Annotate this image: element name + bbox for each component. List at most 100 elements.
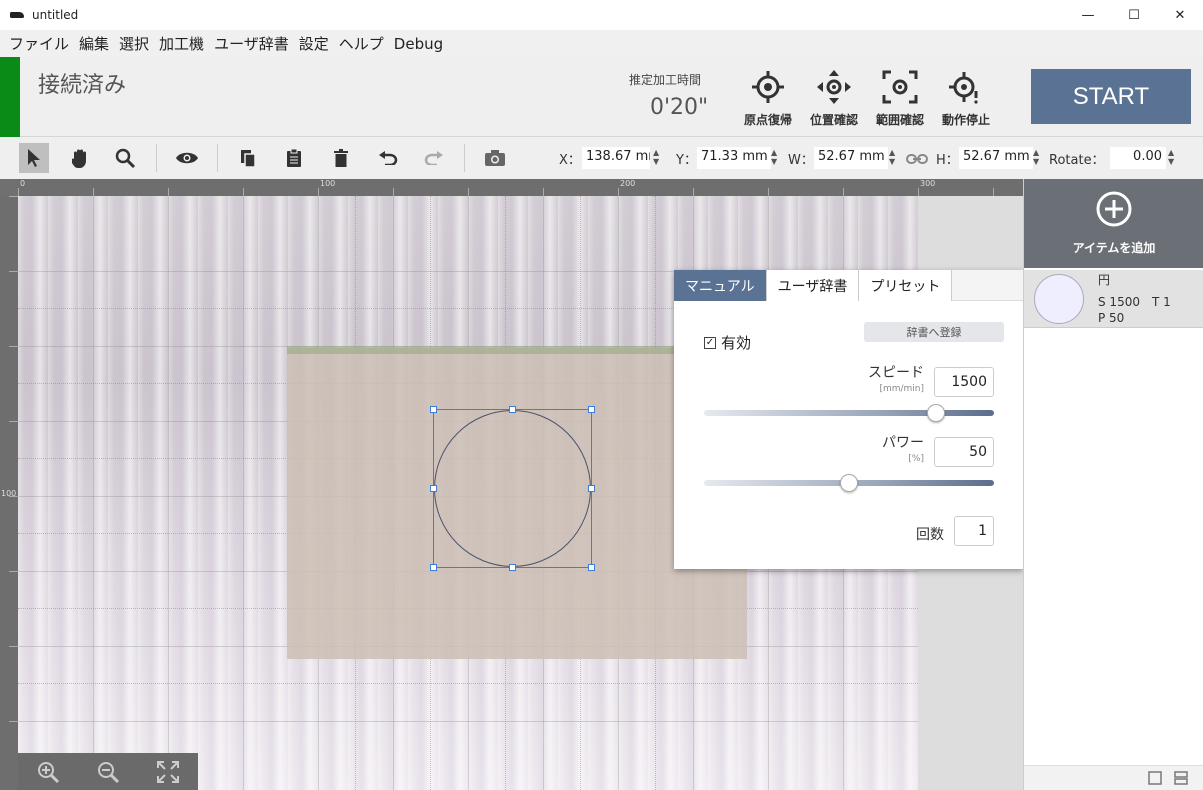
- preview-toggle-button[interactable]: [172, 143, 202, 173]
- trash-icon: [334, 149, 348, 167]
- eye-icon: [176, 152, 198, 164]
- panel-tabs: マニュアル ユーザ辞書 プリセット: [674, 270, 1023, 301]
- toolbar-divider: [156, 144, 157, 172]
- speed-input[interactable]: 1500: [934, 367, 994, 397]
- zoom-in-icon: [38, 761, 60, 783]
- ruler-label: 300: [920, 179, 936, 188]
- x-stepper[interactable]: ▲ ▼: [653, 148, 659, 166]
- select-tool-button[interactable]: [19, 143, 49, 173]
- menu-settings[interactable]: 設定: [294, 33, 334, 54]
- list-item[interactable]: 円 S 1500 T 1 P 50: [1024, 270, 1203, 328]
- selection-box[interactable]: [430, 406, 595, 571]
- menu-select[interactable]: 選択: [114, 33, 154, 54]
- power-input[interactable]: 50: [934, 437, 994, 467]
- menu-edit[interactable]: 編集: [74, 33, 114, 54]
- power-slider[interactable]: [704, 474, 994, 492]
- add-item-button[interactable]: アイテムを追加: [1024, 179, 1203, 268]
- resize-handle[interactable]: [430, 406, 437, 413]
- grid-line: [168, 196, 169, 790]
- crosshair-icon: [752, 71, 784, 103]
- menu-user-dictionary[interactable]: ユーザ辞書: [209, 33, 294, 54]
- single-view-icon[interactable]: [1148, 771, 1162, 785]
- w-label: W：: [788, 153, 814, 168]
- h-stepper[interactable]: ▲ ▼: [1033, 148, 1039, 166]
- menu-debug[interactable]: Debug: [389, 35, 448, 53]
- w-input[interactable]: 52.67 mm: [814, 147, 888, 169]
- ruler-label: 200: [620, 179, 636, 188]
- link-icon[interactable]: [906, 153, 928, 165]
- grid-line: [18, 721, 918, 722]
- resize-handle[interactable]: [509, 406, 516, 413]
- ruler-tick: [693, 188, 694, 196]
- y-stepper[interactable]: ▲ ▼: [771, 148, 777, 166]
- delete-button[interactable]: [326, 143, 356, 173]
- count-label: 回数: [916, 527, 944, 543]
- y-input[interactable]: 71.33 mm: [697, 147, 771, 169]
- ruler-tick: [93, 188, 94, 196]
- resize-handle[interactable]: [509, 564, 516, 571]
- resize-handle[interactable]: [430, 485, 437, 492]
- h-input[interactable]: 52.67 mm: [959, 147, 1033, 169]
- register-dictionary-button[interactable]: 辞書へ登録: [864, 322, 1004, 342]
- resize-handle[interactable]: [588, 406, 595, 413]
- split-view-icon[interactable]: [1174, 771, 1188, 785]
- ruler-tick: [9, 646, 18, 647]
- x-input[interactable]: 138.67 mm: [582, 147, 650, 169]
- ruler-tick: [468, 188, 469, 196]
- resize-handle[interactable]: [588, 564, 595, 571]
- app-logo-icon: [10, 12, 24, 18]
- camera-button[interactable]: [480, 143, 510, 173]
- toolbar-divider: [217, 144, 218, 172]
- resize-handle[interactable]: [588, 485, 595, 492]
- rotate-stepper[interactable]: ▲ ▼: [1168, 148, 1174, 166]
- zoom-in-button[interactable]: [33, 757, 63, 787]
- speed-slider-knob[interactable]: [927, 404, 945, 422]
- tab-manual[interactable]: マニュアル: [674, 270, 767, 301]
- minimize-button[interactable]: —: [1065, 0, 1111, 30]
- grid-line: [93, 196, 94, 790]
- rotate-label: Rotate：: [1049, 153, 1105, 168]
- speed-slider[interactable]: [704, 404, 994, 422]
- menu-file[interactable]: ファイル: [4, 33, 74, 54]
- copy-icon: [241, 150, 256, 168]
- hand-icon: [72, 149, 86, 168]
- resize-handle[interactable]: [430, 564, 437, 571]
- range-check-button[interactable]: 範囲確認: [869, 69, 931, 129]
- redo-button[interactable]: [419, 143, 449, 173]
- operation-stop-label: 動作停止: [941, 113, 990, 127]
- toolbar: X： 138.67 mm ▲▼ Y： 71.33 mm ▲▼ W： 52.67 …: [0, 138, 1203, 179]
- home-return-button[interactable]: 原点復帰: [737, 69, 799, 129]
- crosshair-alert-icon: [949, 72, 978, 104]
- item-meta-line: S 1500 T 1: [1098, 295, 1171, 309]
- zoom-out-button[interactable]: [93, 757, 123, 787]
- tab-preset[interactable]: プリセット: [859, 270, 953, 301]
- material-edge: [287, 346, 687, 354]
- close-button[interactable]: ✕: [1157, 0, 1203, 30]
- grid-line-minor: [18, 683, 918, 684]
- menu-machine[interactable]: 加工機: [154, 33, 209, 54]
- w-stepper[interactable]: ▲ ▼: [889, 148, 895, 166]
- undo-button[interactable]: [373, 143, 403, 173]
- ruler-tick: [843, 188, 844, 196]
- position-check-button[interactable]: 位置確認: [803, 69, 865, 129]
- ruler-horizontal: 0 100 200 300: [18, 179, 1023, 196]
- power-slider-knob[interactable]: [840, 474, 858, 492]
- item-meta: S 1500 T 1 P 50: [1098, 294, 1171, 326]
- count-input[interactable]: 1: [954, 516, 994, 546]
- y-label: Y：: [676, 153, 697, 168]
- menu-help[interactable]: ヘルプ: [334, 33, 389, 54]
- maximize-button[interactable]: ☐: [1111, 0, 1157, 30]
- rotate-input[interactable]: 0.00: [1110, 147, 1166, 169]
- start-button[interactable]: START: [1031, 69, 1191, 124]
- ruler-tick: [9, 721, 18, 722]
- item-meta-line: P 50: [1098, 311, 1125, 325]
- operation-stop-button[interactable]: 動作停止: [935, 69, 997, 129]
- enabled-checkbox[interactable]: ✓ 有効: [704, 332, 751, 353]
- circle-shape[interactable]: [434, 410, 591, 567]
- zoom-tool-button[interactable]: [110, 143, 140, 173]
- copy-button[interactable]: [233, 143, 263, 173]
- fit-view-button[interactable]: [153, 757, 183, 787]
- hand-tool-button[interactable]: [65, 143, 95, 173]
- paste-button[interactable]: [279, 143, 309, 173]
- tab-user-dictionary[interactable]: ユーザ辞書: [766, 270, 860, 301]
